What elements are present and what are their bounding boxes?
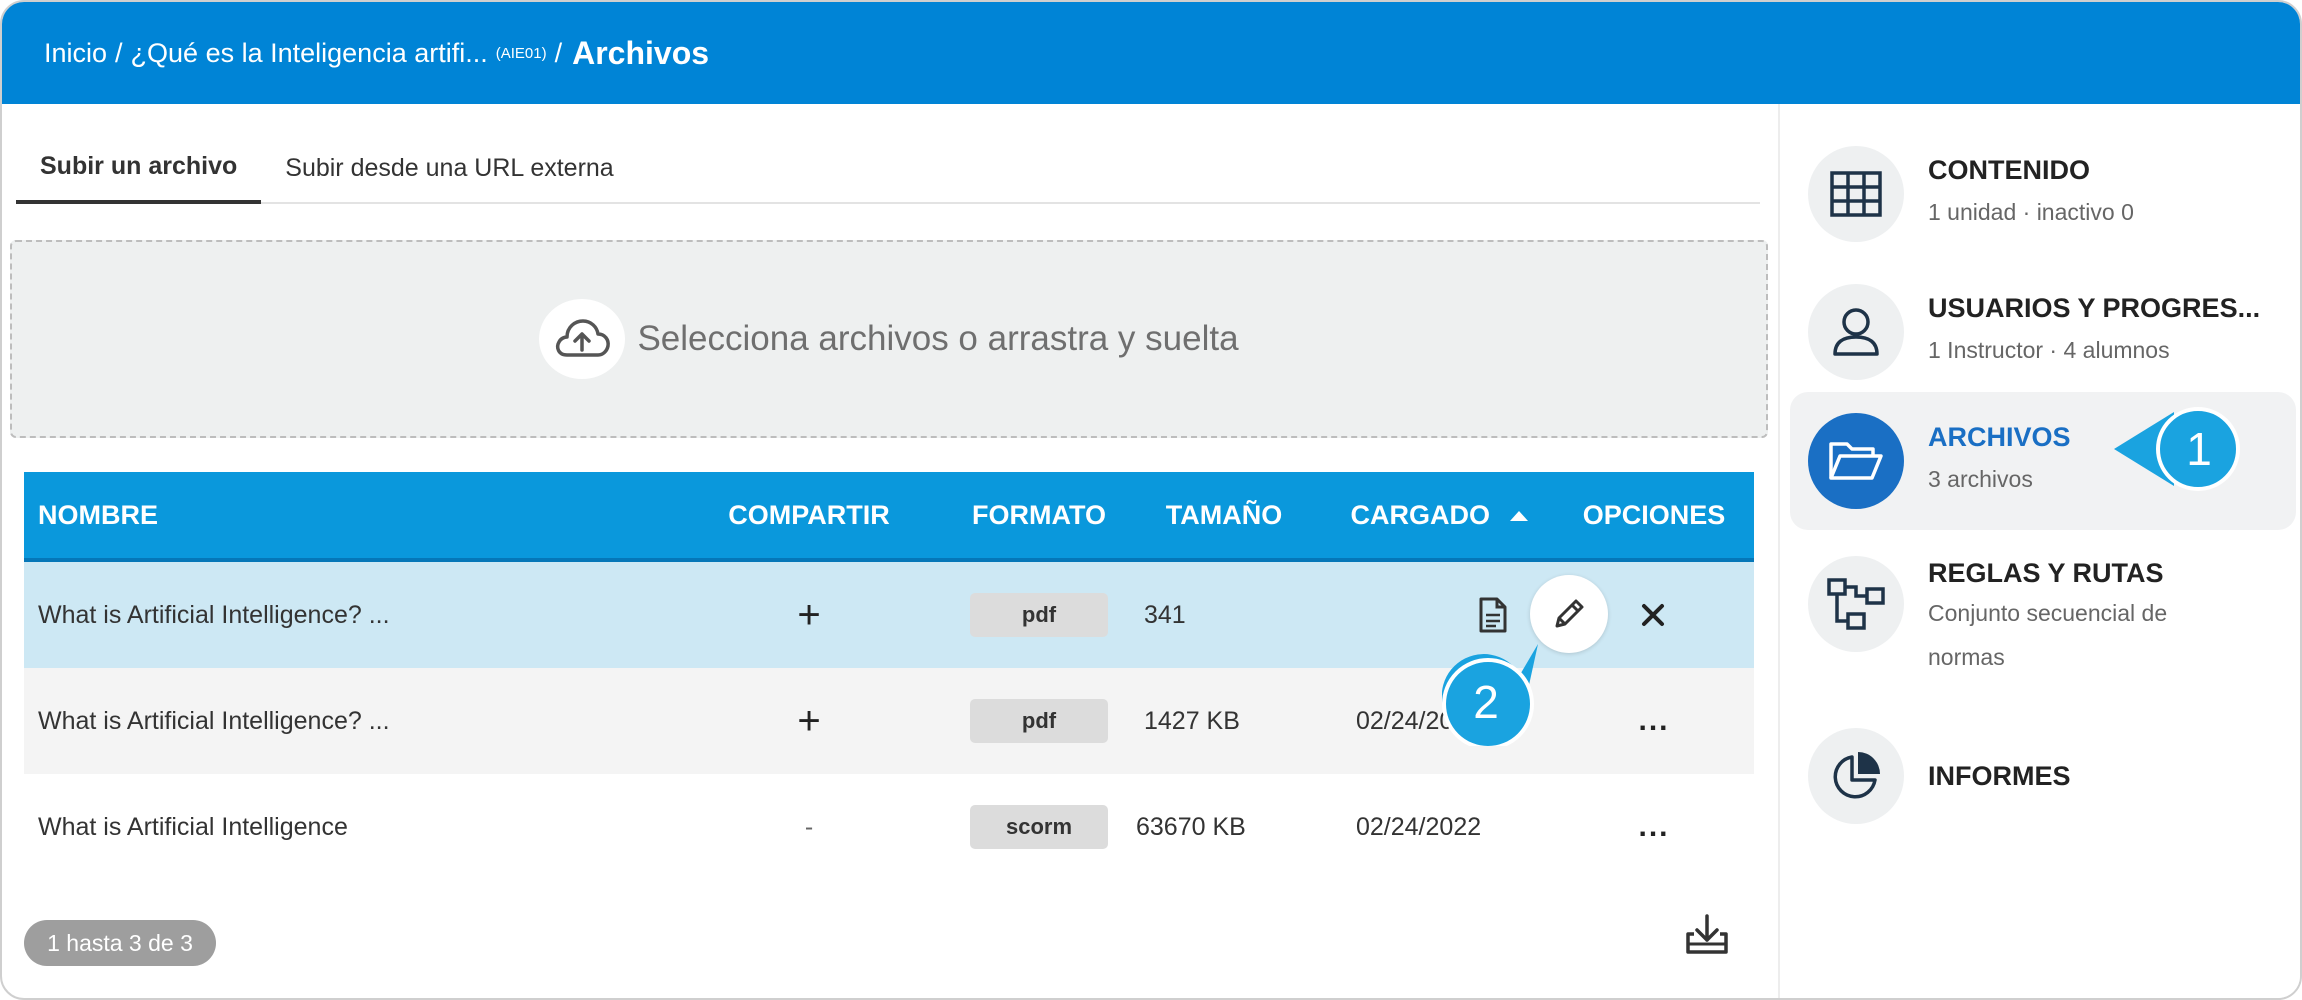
sidebar-item-subtitle: 1 Instructor · 4 alumnos bbox=[1928, 336, 2170, 363]
sidebar-item-title: USUARIOS Y PROGRES... bbox=[1928, 292, 2261, 323]
callout-2-number: 2 bbox=[1473, 676, 1499, 728]
sidebar-item-subtitle: Conjunto secuencial de normas bbox=[1928, 600, 2168, 670]
app-window: Inicio / ¿Qué es la Inteligencia artifi.… bbox=[0, 0, 2302, 1000]
sidebar-item-contenido[interactable]: CONTENIDO 1 unidad · inactivo 0 bbox=[1808, 138, 2300, 250]
file-name[interactable]: What is Artificial Intelligence bbox=[24, 813, 664, 842]
download-button[interactable] bbox=[1682, 910, 1732, 960]
ellipsis-icon: ... bbox=[1638, 810, 1670, 843]
more-options-button[interactable]: ... bbox=[1554, 810, 1754, 844]
breadcrumb-separator: / bbox=[115, 37, 123, 68]
pie-chart-icon bbox=[1808, 728, 1904, 824]
upload-date: 02/24/2022 bbox=[1356, 812, 1482, 841]
callout-1: 1 bbox=[2114, 404, 2240, 494]
column-format[interactable]: FORMATO bbox=[954, 500, 1124, 531]
breadcrumb-course[interactable]: ¿Qué es la Inteligencia artifi... bbox=[131, 38, 488, 69]
sidebar-item-informes[interactable]: INFORMES bbox=[1808, 726, 2300, 826]
dropzone-label: Selecciona archivos o arrastra y suelta bbox=[637, 319, 1239, 358]
course-sidebar: CONTENIDO 1 unidad · inactivo 0 USUARIOS… bbox=[1778, 104, 2300, 998]
breadcrumb-course-code: (AIE01) bbox=[495, 44, 547, 62]
share-button[interactable]: + bbox=[664, 699, 954, 744]
format-cell: pdf bbox=[954, 593, 1124, 637]
sidebar-item-reglas[interactable]: REGLAS Y RUTAS Conjunto secuencial de no… bbox=[1808, 552, 2300, 702]
file-dropzone[interactable]: Selecciona archivos o arrastra y suelta bbox=[10, 240, 1768, 438]
cloud-upload-icon bbox=[539, 299, 626, 379]
delete-file-button[interactable] bbox=[1624, 586, 1682, 644]
format-badge: pdf bbox=[970, 593, 1108, 637]
share-button[interactable]: + bbox=[664, 593, 954, 638]
sort-asc-icon bbox=[1509, 511, 1528, 522]
grid-icon bbox=[1808, 146, 1904, 242]
format-badge: pdf bbox=[970, 699, 1108, 743]
sidebar-item-title: INFORMES bbox=[1928, 760, 2071, 791]
share-cell: - bbox=[804, 812, 814, 841]
column-uploaded-label: CARGADO bbox=[1350, 499, 1490, 530]
folder-open-icon bbox=[1808, 413, 1904, 509]
table-row[interactable]: What is Artificial Intelligence - scorm … bbox=[24, 774, 1754, 880]
more-options-button[interactable]: ... bbox=[1554, 704, 1754, 738]
column-name[interactable]: NOMBRE bbox=[24, 500, 664, 531]
plus-icon: + bbox=[797, 698, 821, 743]
file-size: 1427 KB bbox=[1144, 706, 1240, 735]
close-icon bbox=[1642, 604, 1664, 626]
column-share[interactable]: COMPARTIR bbox=[664, 500, 954, 531]
callout-1-shape bbox=[2114, 407, 2240, 491]
sidebar-item-subtitle: 1 unidad · inactivo 0 bbox=[1928, 198, 2134, 225]
file-size: 341 bbox=[1144, 600, 1186, 629]
ellipsis-icon: ... bbox=[1638, 704, 1670, 737]
breadcrumb-bar: Inicio / ¿Qué es la Inteligencia artifi.… bbox=[2, 2, 2300, 104]
document-icon bbox=[1479, 597, 1507, 633]
callout-1-number: 1 bbox=[2186, 423, 2212, 475]
plus-icon: + bbox=[797, 592, 821, 637]
tab-upload-url[interactable]: Subir desde una URL externa bbox=[261, 132, 637, 204]
column-options: OPCIONES bbox=[1582, 499, 1726, 530]
format-cell: pdf bbox=[954, 699, 1124, 743]
download-icon bbox=[1686, 914, 1728, 954]
breadcrumb-current: Archivos bbox=[572, 34, 710, 71]
upload-tabs: Subir un archivo Subir desde una URL ext… bbox=[16, 132, 1760, 204]
sidebar-item-title: CONTENIDO bbox=[1928, 154, 2090, 185]
pagination-summary: 1 hasta 3 de 3 bbox=[24, 920, 216, 966]
column-uploaded[interactable]: CARGADO bbox=[1324, 500, 1554, 531]
pencil-icon bbox=[1555, 599, 1584, 628]
size-cell: 341 bbox=[1124, 601, 1324, 630]
callout-2: 2 bbox=[1442, 644, 1538, 748]
flow-icon bbox=[1808, 556, 1904, 652]
format-badge: scorm bbox=[970, 805, 1108, 849]
format-cell: scorm bbox=[954, 805, 1124, 849]
column-size[interactable]: TAMAÑO bbox=[1124, 500, 1324, 531]
breadcrumb-home[interactable]: Inicio bbox=[44, 38, 107, 69]
tab-upload-file[interactable]: Subir un archivo bbox=[16, 132, 262, 204]
sidebar-item-title: REGLAS Y RUTAS bbox=[1928, 558, 2164, 588]
user-icon bbox=[1808, 284, 1904, 380]
file-name[interactable]: What is Artificial Intelligence? ... bbox=[24, 601, 664, 630]
sidebar-item-usuarios[interactable]: USUARIOS Y PROGRES... 1 Instructor · 4 a… bbox=[1808, 276, 2300, 388]
table-header: NOMBRE COMPARTIR FORMATO TAMAÑO CARGADO … bbox=[24, 472, 1754, 562]
file-name[interactable]: What is Artificial Intelligence? ... bbox=[24, 707, 664, 736]
breadcrumb-separator: / bbox=[554, 37, 563, 68]
file-size: 63670 KB bbox=[1136, 812, 1246, 841]
